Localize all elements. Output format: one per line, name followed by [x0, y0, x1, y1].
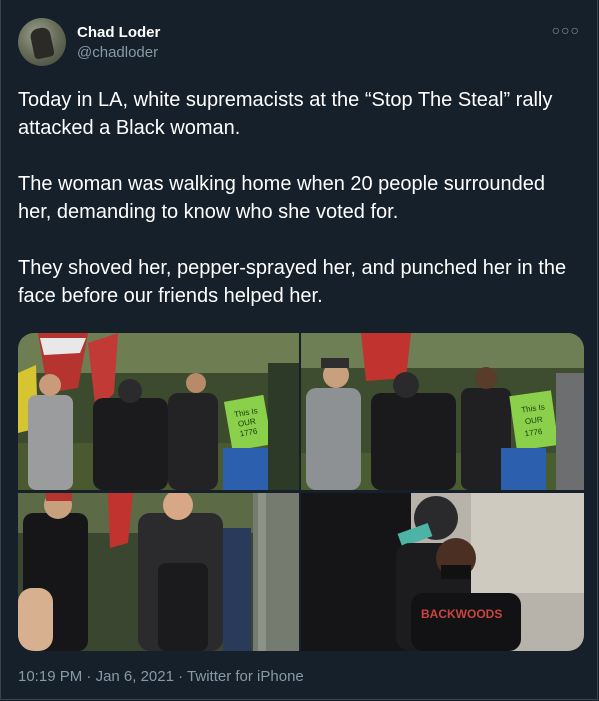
- avatar[interactable]: [18, 18, 66, 66]
- more-icon[interactable]: ○○○: [552, 22, 580, 38]
- photo-4[interactable]: BACKWOODS: [301, 493, 584, 651]
- tweet-time[interactable]: 10:19 PM: [18, 668, 82, 685]
- photo-3[interactable]: Today in LA, white supremacists at the “…: [18, 493, 299, 651]
- tweet-date[interactable]: Jan 6, 2021: [96, 668, 174, 685]
- shirt-text: BACKWOODS: [421, 607, 502, 621]
- meta-separator: ·: [178, 668, 184, 685]
- photo-2[interactable]: This Is OUR 1776: [301, 333, 584, 490]
- avatar-figure: [29, 26, 55, 60]
- photo-1[interactable]: This Is OUR 1776: [18, 333, 299, 490]
- tweet-source[interactable]: Twitter for iPhone: [187, 668, 304, 685]
- tweet-card: Chad Loder @chadloder ○○○ Today in LA, w…: [0, 0, 598, 700]
- tweet-meta: 10:19 PM · Jan 6, 2021 · Twitter for iPh…: [18, 668, 304, 685]
- meta-separator: ·: [86, 668, 92, 685]
- display-name[interactable]: Chad Loder: [77, 24, 160, 41]
- user-handle[interactable]: @chadloder: [77, 44, 158, 61]
- media-grid: This Is OUR 1776 This Is OUR 1776 BACKWO…: [18, 333, 584, 651]
- tweet-text: Today in LA, white supremacists at the “…: [18, 89, 567, 307]
